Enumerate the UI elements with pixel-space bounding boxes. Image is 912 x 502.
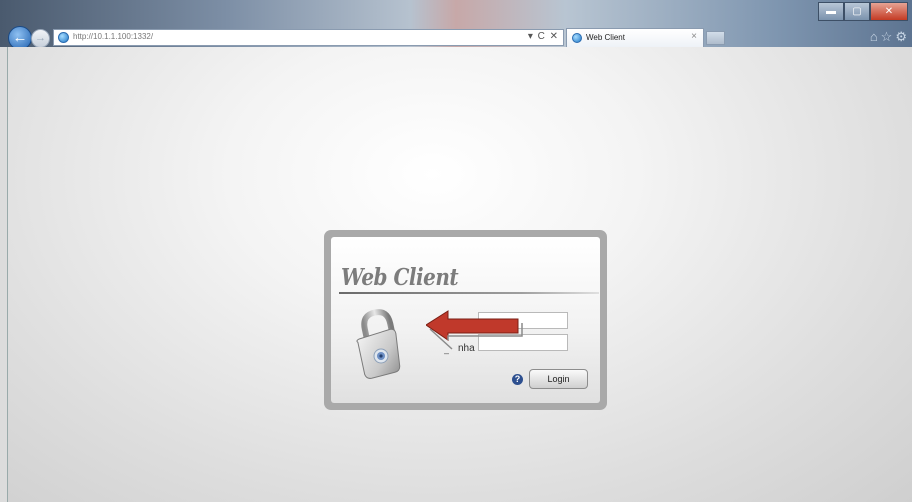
address-bar[interactable]: http://10.1.1.100:1332/ ▾ C ✕: [53, 29, 564, 46]
tab-favicon-icon: [572, 33, 582, 43]
forward-button[interactable]: →: [31, 29, 50, 48]
login-button[interactable]: Login: [529, 369, 588, 389]
new-tab-button[interactable]: [706, 31, 725, 45]
padlock-icon: [356, 309, 401, 379]
tab-close-button[interactable]: ×: [691, 31, 697, 42]
web-page: Web Client nha – ? Login: [7, 47, 912, 502]
browser-titlebar: ▬ ▢ ✕ ← → http://10.1.1.100:1332/ ▾ C ✕ …: [0, 0, 912, 50]
ie-favicon-icon: [58, 32, 69, 43]
login-panel: Web Client nha – ? Login: [324, 230, 607, 410]
login-panel-inner: Web Client nha – ? Login: [331, 237, 600, 403]
brand-divider: [339, 292, 599, 294]
address-bar-controls[interactable]: ▾ C ✕: [528, 31, 559, 42]
tab-label: Web Client: [586, 33, 625, 42]
browser-toolbar-icons[interactable]: ⌂☆⚙: [870, 29, 910, 45]
brand-title: Web Client: [341, 263, 459, 291]
minimize-button[interactable]: ▬: [818, 2, 844, 21]
red-arrow-annotation: [426, 310, 523, 350]
tab-web-client[interactable]: Web Client ×: [566, 28, 704, 47]
address-url[interactable]: http://10.1.1.100:1332/: [73, 32, 153, 41]
maximize-button[interactable]: ▢: [844, 2, 870, 21]
window-controls: ▬ ▢ ✕: [818, 2, 908, 21]
help-icon[interactable]: ?: [512, 374, 523, 385]
close-window-button[interactable]: ✕: [870, 2, 908, 21]
